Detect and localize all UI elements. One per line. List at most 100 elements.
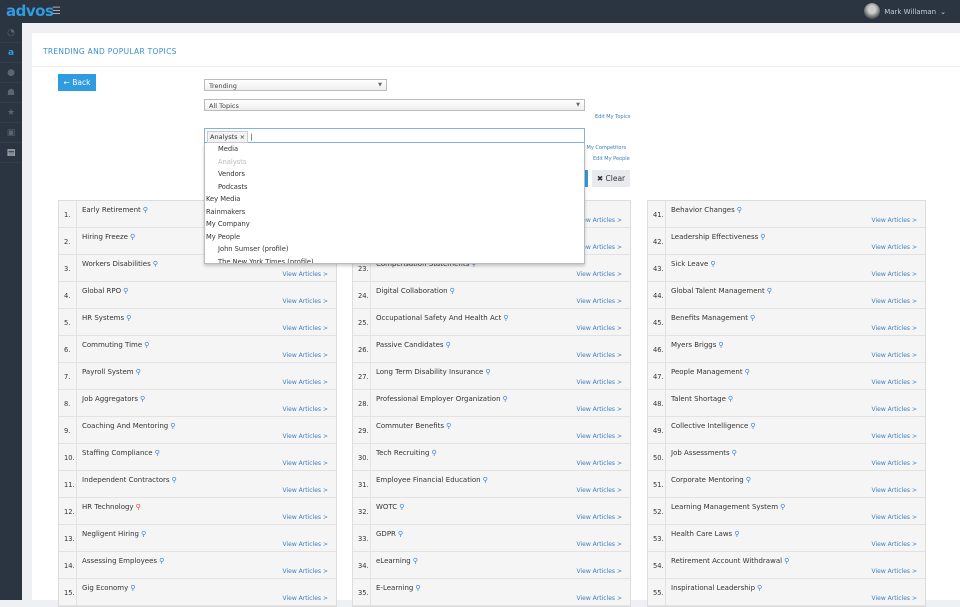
topic-name[interactable]: Talent Shortage ⚲ xyxy=(671,395,733,403)
edit-competitors-link[interactable]: t My Competitors xyxy=(583,145,626,151)
topic-name[interactable]: Global Talent Management ⚲ xyxy=(671,287,772,295)
topic-name[interactable]: Payroll System ⚲ xyxy=(82,368,141,376)
topic-name[interactable]: Passive Candidates ⚲ xyxy=(376,341,451,349)
topic-follow-icon[interactable]: ⚲ xyxy=(155,449,160,457)
topic-name[interactable]: Job Aggregators ⚲ xyxy=(82,395,145,403)
view-articles-link[interactable]: View Articles > xyxy=(283,406,328,413)
view-articles-link[interactable]: View Articles > xyxy=(577,433,622,440)
topic-follow-icon[interactable]: ⚲ xyxy=(750,314,755,322)
view-articles-link[interactable]: View Articles > xyxy=(577,271,622,278)
view-articles-link[interactable]: View Articles > xyxy=(283,325,328,332)
topic-follow-icon[interactable]: ⚲ xyxy=(485,368,490,376)
topic-follow-icon[interactable]: ⚲ xyxy=(780,503,785,511)
topic-name[interactable]: Employee Financial Education ⚲ xyxy=(376,476,488,484)
topic-follow-icon[interactable]: ⚲ xyxy=(143,206,148,214)
topic-follow-icon[interactable]: ⚲ xyxy=(399,503,404,511)
topic-follow-icon[interactable]: ⚲ xyxy=(760,233,765,241)
dropdown-option[interactable]: My Company xyxy=(205,218,584,231)
topic-name[interactable]: Early Retirement ⚲ xyxy=(82,206,148,214)
view-articles-link[interactable]: View Articles > xyxy=(283,595,328,602)
topic-follow-icon[interactable]: ⚲ xyxy=(141,530,146,538)
dropdown-option[interactable]: Vendors xyxy=(205,168,584,181)
topic-follow-icon[interactable]: ⚲ xyxy=(745,368,750,376)
view-articles-link[interactable]: View Articles > xyxy=(283,514,328,521)
topic-name[interactable]: Tech Recruiting ⚲ xyxy=(376,449,437,457)
topic-name[interactable]: Professional Employer Organization ⚲ xyxy=(376,395,508,403)
topic-follow-icon[interactable]: ⚲ xyxy=(710,260,715,268)
view-articles-link[interactable]: View Articles > xyxy=(872,406,917,413)
view-articles-link[interactable]: View Articles > xyxy=(577,568,622,575)
topic-name[interactable]: Assessing Employees ⚲ xyxy=(82,557,164,565)
menu-icon[interactable]: ☰ xyxy=(52,6,61,17)
topic-follow-icon[interactable]: ⚲ xyxy=(136,503,141,511)
view-articles-link[interactable]: View Articles > xyxy=(283,487,328,494)
view-articles-link[interactable]: View Articles > xyxy=(577,595,622,602)
topic-follow-icon[interactable]: ⚲ xyxy=(413,557,418,565)
topic-follow-icon[interactable]: ⚲ xyxy=(398,530,403,538)
topic-name[interactable]: Workers Disabilities ⚲ xyxy=(82,260,158,268)
topics-select[interactable]: All Topics ▼ xyxy=(204,99,585,111)
star-icon[interactable]: ★ xyxy=(0,103,22,123)
advos-logo[interactable]: advos xyxy=(6,2,54,20)
topic-name[interactable]: WOTC ⚲ xyxy=(376,503,404,511)
view-articles-link[interactable]: View Articles > xyxy=(283,541,328,548)
view-articles-link[interactable]: View Articles > xyxy=(872,487,917,494)
topic-name[interactable]: Learning Management System ⚲ xyxy=(671,503,785,511)
topic-follow-icon[interactable]: ⚲ xyxy=(415,584,420,592)
view-articles-link[interactable]: View Articles > xyxy=(283,271,328,278)
topic-follow-icon[interactable]: ⚲ xyxy=(136,368,141,376)
view-articles-link[interactable]: View Articles > xyxy=(283,568,328,575)
topic-follow-icon[interactable]: ⚲ xyxy=(732,449,737,457)
topic-follow-icon[interactable]: ⚲ xyxy=(734,530,739,538)
view-articles-link[interactable]: View Articles > xyxy=(872,568,917,575)
people-icon[interactable]: ☗ xyxy=(0,83,22,103)
globe-icon[interactable]: ● xyxy=(0,63,22,83)
topic-follow-icon[interactable]: ⚲ xyxy=(446,341,451,349)
card-icon[interactable]: ▤ xyxy=(0,143,22,163)
dropdown-option[interactable]: Media xyxy=(205,143,584,156)
source-filter-input[interactable]: Analysts × | xyxy=(204,128,585,143)
topic-name[interactable]: Sick Leave ⚲ xyxy=(671,260,715,268)
topic-name[interactable]: HR Technology ⚲ xyxy=(82,503,141,511)
topic-name[interactable]: Coaching And Mentoring ⚲ xyxy=(82,422,175,430)
topic-follow-icon[interactable]: ⚲ xyxy=(784,557,789,565)
view-articles-link[interactable]: View Articles > xyxy=(872,271,917,278)
topic-name[interactable]: Digital Collaboration ⚲ xyxy=(376,287,455,295)
topic-name[interactable]: Retirement Account Withdrawal ⚲ xyxy=(671,557,789,565)
view-articles-link[interactable]: View Articles > xyxy=(283,433,328,440)
view-articles-link[interactable]: View Articles > xyxy=(283,352,328,359)
topic-name[interactable]: Benefits Management ⚲ xyxy=(671,314,755,322)
topic-follow-icon[interactable]: ⚲ xyxy=(153,260,158,268)
view-articles-link[interactable]: View Articles > xyxy=(283,379,328,386)
view-articles-link[interactable]: View Articles > xyxy=(577,406,622,413)
view-articles-link[interactable]: View Articles > xyxy=(872,244,917,251)
back-button[interactable]: ← Back xyxy=(58,74,96,91)
topic-follow-icon[interactable]: ⚲ xyxy=(130,233,135,241)
view-articles-link[interactable]: View Articles > xyxy=(872,217,917,224)
dropdown-option[interactable]: My People xyxy=(205,231,584,244)
topic-name[interactable]: HR Systems ⚲ xyxy=(82,314,131,322)
topic-name[interactable]: Gig Economy ⚲ xyxy=(82,584,135,592)
dropdown-option[interactable]: Podcasts xyxy=(205,181,584,194)
view-articles-link[interactable]: View Articles > xyxy=(872,379,917,386)
topic-name[interactable]: Long Term Disability Insurance ⚲ xyxy=(376,368,491,376)
topic-name[interactable]: Negligent Hiring ⚲ xyxy=(82,530,146,538)
view-articles-link[interactable]: View Articles > xyxy=(577,487,622,494)
rss-icon[interactable]: ◔ xyxy=(0,23,22,43)
dropdown-option[interactable]: John Sumser (profile) xyxy=(205,243,584,256)
topic-follow-icon[interactable]: ⚲ xyxy=(450,287,455,295)
topic-follow-icon[interactable]: ⚲ xyxy=(728,395,733,403)
topic-name[interactable]: Staffing Compliance ⚲ xyxy=(82,449,160,457)
topic-follow-icon[interactable]: ⚲ xyxy=(750,422,755,430)
topic-name[interactable]: Collective Intelligence ⚲ xyxy=(671,422,755,430)
view-articles-link[interactable]: View Articles > xyxy=(872,298,917,305)
topic-follow-icon[interactable]: ⚲ xyxy=(130,584,135,592)
user-menu[interactable]: Mark Willaman ⌄ xyxy=(864,3,946,19)
topic-follow-icon[interactable]: ⚲ xyxy=(172,476,177,484)
topic-name[interactable]: Commuting Time ⚲ xyxy=(82,341,149,349)
topic-name[interactable]: Independent Contractors ⚲ xyxy=(82,476,177,484)
topic-follow-icon[interactable]: ⚲ xyxy=(503,395,508,403)
view-articles-link[interactable]: View Articles > xyxy=(577,298,622,305)
topic-follow-icon[interactable]: ⚲ xyxy=(126,314,131,322)
topic-name[interactable]: People Management ⚲ xyxy=(671,368,750,376)
